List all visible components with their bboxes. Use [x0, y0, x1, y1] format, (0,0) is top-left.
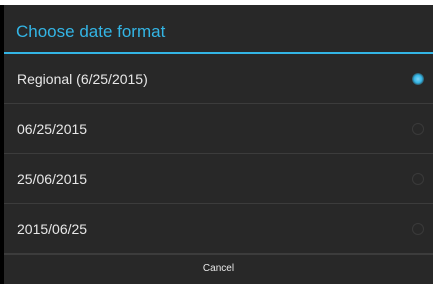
cancel-button[interactable]: Cancel: [4, 254, 433, 284]
date-format-option-yyyy-mm-dd[interactable]: 2015/06/25: [4, 204, 433, 254]
option-label: 25/06/2015: [17, 171, 88, 187]
radio-selected-icon[interactable]: [412, 73, 424, 85]
radio-unselected-icon[interactable]: [412, 123, 424, 135]
dialog-title: Choose date format: [4, 5, 433, 54]
option-label: Regional (6/25/2015): [17, 71, 148, 87]
date-format-option-dd-mm-yyyy[interactable]: 25/06/2015: [4, 154, 433, 204]
date-format-option-mm-dd-yyyy[interactable]: 06/25/2015: [4, 104, 433, 154]
date-format-dialog: Choose date format Regional (6/25/2015) …: [4, 5, 433, 284]
date-format-option-regional[interactable]: Regional (6/25/2015): [4, 54, 433, 104]
option-label: 2015/06/25: [17, 221, 88, 237]
radio-unselected-icon[interactable]: [412, 223, 424, 235]
date-format-options: Regional (6/25/2015) 06/25/2015 25/06/20…: [4, 54, 433, 254]
option-label: 06/25/2015: [17, 121, 88, 137]
screen: Choose date format Regional (6/25/2015) …: [0, 0, 433, 284]
radio-unselected-icon[interactable]: [412, 173, 424, 185]
